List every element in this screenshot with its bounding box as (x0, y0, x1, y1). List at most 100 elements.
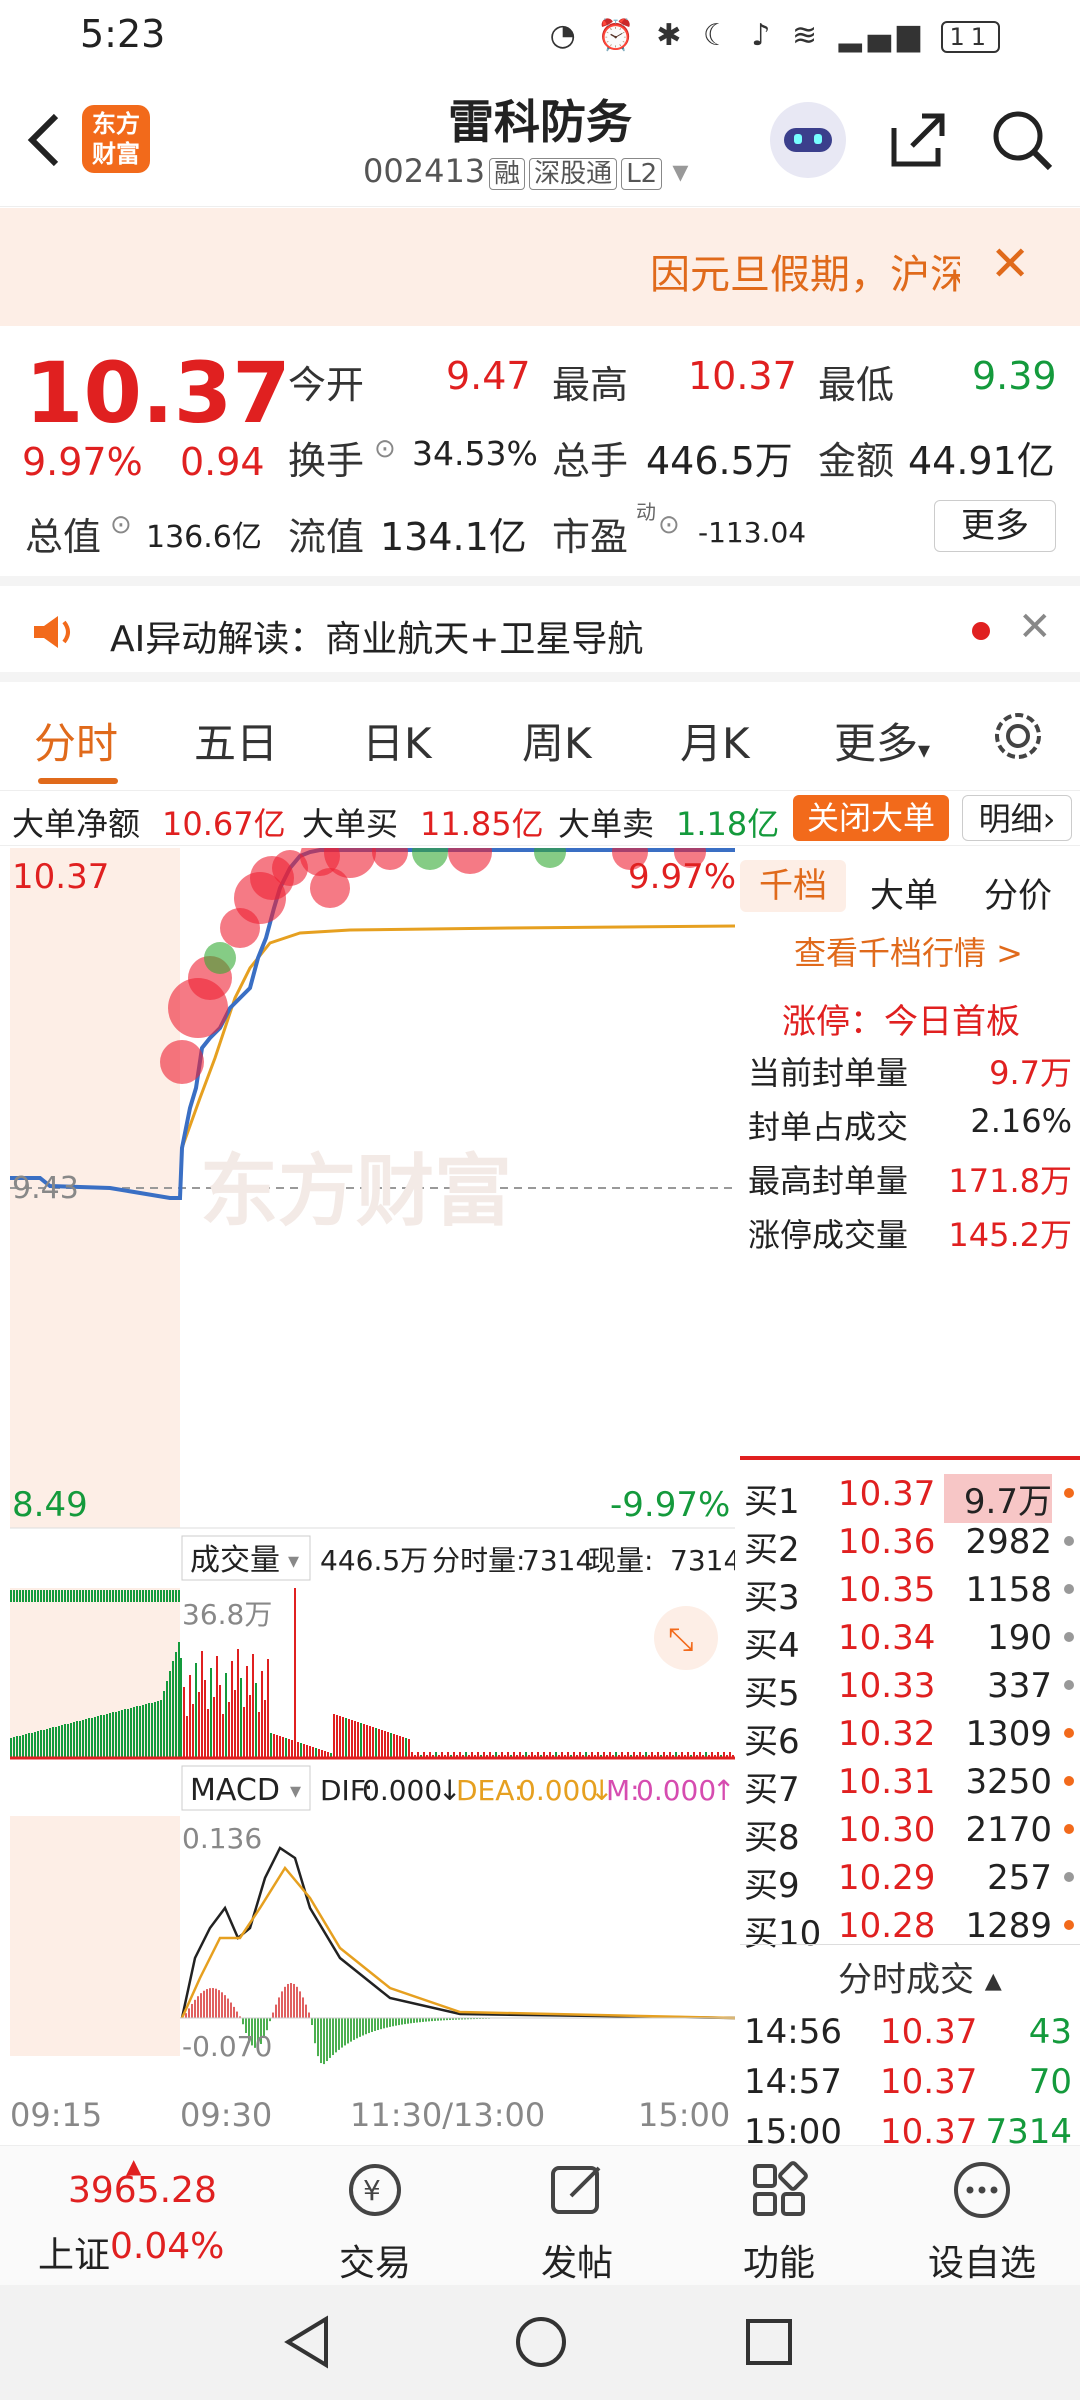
macd-bar (227, 1998, 229, 2018)
macd-bar (200, 1993, 202, 2018)
macd-bar (230, 2002, 232, 2018)
tab-price-distribution[interactable]: 分价 (984, 868, 1052, 917)
volume-bar (52, 1727, 54, 1758)
bid-label: 买10 (744, 1914, 822, 1954)
volume-bar (157, 1701, 159, 1758)
mktcap-label: 总值 (25, 515, 102, 559)
volume-bar (154, 1702, 156, 1758)
notice-text: 因元旦假期，沪深 (650, 252, 960, 298)
bid-row[interactable]: 买1 10.37 9.7万 (740, 1468, 1080, 1523)
share-icon[interactable] (886, 108, 950, 172)
volume-bar (49, 1728, 51, 1758)
bid-row[interactable]: 买3 10.35 1158 (740, 1564, 1080, 1618)
volume-bar (19, 1590, 21, 1602)
macd-bar (314, 2018, 316, 2044)
expand-icon[interactable]: ⤡ (668, 1620, 694, 1658)
stat-value: 171.8万 (948, 1162, 1072, 1200)
volume-bar (375, 1728, 377, 1758)
tab-monthly[interactable]: 月K (680, 710, 750, 771)
view-depth-link[interactable]: 查看千档行情 > (794, 928, 1023, 974)
volume-bar (163, 1590, 165, 1602)
volume-max-label: 36.8万 (182, 1598, 272, 1631)
bid-row[interactable]: 买6 10.32 1309 (740, 1708, 1080, 1762)
net-label: 大单净额 (12, 805, 141, 843)
index-ticker[interactable]: ▲ 3965.28 上证 0.04% (30, 2146, 230, 2286)
volume-bar (139, 1706, 141, 1758)
nav-add-watchlist[interactable]: 设自选 (912, 2146, 1052, 2286)
volume-bar (270, 1733, 272, 1758)
bid-row[interactable]: 买8 10.30 2170 (740, 1804, 1080, 1858)
bid-row[interactable]: 买2 10.36 2982 (740, 1516, 1080, 1570)
trade-price: 10.37 (880, 2012, 978, 2052)
close-icon[interactable]: ✕ (1018, 604, 1052, 650)
ai-assistant-avatar-icon[interactable] (770, 102, 846, 178)
volume-bar (88, 1718, 90, 1758)
close-big-order-button[interactable]: 关闭大单 (793, 795, 949, 841)
bid-row[interactable]: 买7 10.31 3250 (740, 1756, 1080, 1810)
chart-tabs: 分时 五日 日K 周K 月K 更多▾ (0, 682, 1080, 790)
macd-bar (296, 1986, 298, 2018)
ai-banner[interactable]: AI异动解读：商业航天+卫星导航 ✕ (0, 576, 1080, 682)
detail-button[interactable]: 明细› (962, 795, 1072, 841)
volume-bar (243, 1707, 245, 1758)
search-icon[interactable] (990, 108, 1054, 172)
stock-code-line[interactable]: 002413 融深股通 L2 ▾ (363, 152, 688, 190)
volume-bar (195, 1663, 197, 1758)
intraday-chart[interactable]: 东方财富 10.37 9.97% 9.43 8.49 -9.97% 成交量 ▾ … (10, 826, 741, 2138)
volume-indicator-label[interactable]: 成交量 (190, 1543, 280, 1578)
more-button[interactable]: 更多 (934, 500, 1056, 552)
macd-bar (311, 2018, 313, 2026)
amount-label: 金额 (818, 439, 895, 483)
nav-trade[interactable]: ¥ 交易 (305, 2146, 445, 2286)
volume-bar (142, 1590, 144, 1602)
info-icon[interactable]: ⊙ (374, 434, 396, 464)
home-circle-icon[interactable] (514, 2315, 568, 2369)
trades-title[interactable]: 分时成交 ▴ (838, 1952, 1002, 2001)
bid-volume: 1289 (965, 1906, 1052, 1946)
bid-row[interactable]: 买4 10.34 190 (740, 1612, 1080, 1666)
volume-bar (306, 1745, 308, 1758)
bid-volume: 190 (987, 1618, 1052, 1658)
macd-bar (383, 2018, 385, 2029)
settings-gear-icon[interactable] (990, 708, 1046, 764)
info-icon[interactable]: ⊙ (658, 510, 680, 540)
tab-intraday[interactable]: 分时 (34, 710, 118, 771)
tab-daily[interactable]: 日K (362, 710, 432, 771)
macd-bar (197, 1996, 199, 2018)
bid-row[interactable]: 买5 10.33 337 (740, 1660, 1080, 1714)
m-value: 0.000 (636, 1774, 716, 1807)
holiday-notice-banner[interactable]: 因元旦假期，沪深 ✕ (0, 208, 1080, 326)
tab-bigorder[interactable]: 大单 (870, 868, 938, 917)
bid-volume: 3250 (965, 1762, 1052, 1802)
ai-text: AI异动解读：商业航天+卫星导航 (110, 619, 644, 660)
volume-bar (37, 1731, 39, 1758)
bid-price: 10.28 (838, 1906, 936, 1946)
bid-row[interactable]: 买10 10.28 1289 (740, 1900, 1080, 1954)
macd-bar (281, 1991, 283, 2018)
nav-post[interactable]: 发帖 (507, 2146, 647, 2286)
volume-bar (372, 1727, 374, 1758)
volume-bar (312, 1747, 314, 1758)
volume-bar (336, 1715, 338, 1758)
nav-functions[interactable]: 功能 (709, 2146, 849, 2286)
bid-row[interactable]: 买9 10.29 257 (740, 1852, 1080, 1906)
volume-bar (43, 1730, 45, 1758)
macd-indicator-label[interactable]: MACD (190, 1773, 280, 1808)
macd-bar (305, 2004, 307, 2018)
recents-square-icon[interactable] (744, 2317, 794, 2367)
volume-bar (61, 1590, 63, 1602)
macd-bar (338, 2018, 340, 2050)
volume-bar (76, 1590, 78, 1602)
tab-more[interactable]: 更多▾ (834, 710, 930, 771)
tab-5day[interactable]: 五日 (194, 710, 278, 771)
macd-bar (326, 2018, 328, 2062)
tab-depth[interactable]: 千档 (740, 860, 846, 912)
tab-weekly[interactable]: 周K (522, 710, 592, 771)
info-icon[interactable]: ⊙ (110, 510, 132, 540)
volume-bar (16, 1736, 18, 1758)
back-triangle-icon[interactable] (282, 2315, 332, 2369)
wifi-icon: ◔ ⏰ ✱ ☾ ♪ ≋ ▂▄▆ (549, 18, 926, 53)
volume-bar (148, 1703, 150, 1758)
close-icon[interactable]: ✕ (990, 236, 1030, 292)
pe-sup: 动 (636, 500, 656, 524)
